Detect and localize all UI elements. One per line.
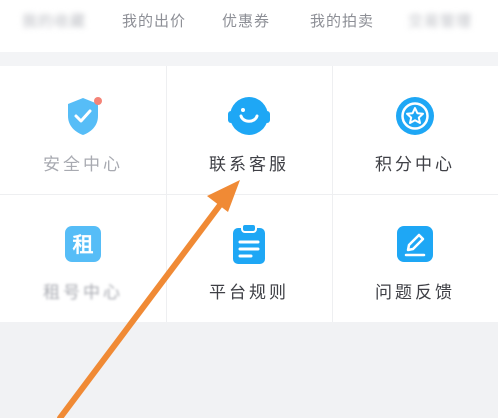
grid-item-label: 问题反馈	[375, 283, 455, 303]
rent-icon: 租	[65, 226, 101, 262]
tab-my-auctions[interactable]: 我的拍卖	[310, 10, 374, 31]
grid-item-label: 平台规则	[209, 283, 289, 303]
grid-item-customer-service[interactable]: 联系客服	[166, 66, 332, 194]
tab-trade-management[interactable]: 交易管理	[408, 10, 472, 31]
tab-coupons[interactable]: 优惠券	[222, 10, 270, 31]
notification-badge	[94, 97, 102, 105]
service-grid: 安全中心 联系客服 积分中心 租 租号中心 平台规则 问题反馈	[0, 66, 498, 322]
grid-item-feedback[interactable]: 问题反馈	[332, 194, 498, 322]
tab-my-bids[interactable]: 我的出价	[122, 10, 186, 31]
star-badge-icon	[396, 97, 434, 135]
grid-item-label: 租号中心	[43, 283, 123, 303]
grid-item-label: 联系客服	[209, 155, 289, 175]
shield-check-icon	[68, 97, 102, 135]
grid-item-platform-rules[interactable]: 平台规则	[166, 194, 332, 322]
edit-feedback-icon	[397, 226, 433, 262]
clipboard-rules-icon	[233, 223, 265, 264]
tab-favorites[interactable]: 我的收藏	[22, 10, 86, 31]
grid-item-rent-center[interactable]: 租 租号中心	[0, 194, 166, 322]
grid-item-points-center[interactable]: 积分中心	[332, 66, 498, 194]
grid-item-security-center[interactable]: 安全中心	[0, 66, 166, 194]
bottom-area	[0, 322, 498, 418]
grid-item-label: 积分中心	[375, 155, 455, 175]
section-divider	[0, 52, 498, 66]
customer-service-headset-icon	[228, 97, 270, 135]
grid-item-label: 安全中心	[43, 155, 123, 175]
rent-icon-text: 租	[73, 233, 94, 257]
top-tab-bar: 我的收藏 我的出价 优惠券 我的拍卖 交易管理	[0, 0, 498, 52]
